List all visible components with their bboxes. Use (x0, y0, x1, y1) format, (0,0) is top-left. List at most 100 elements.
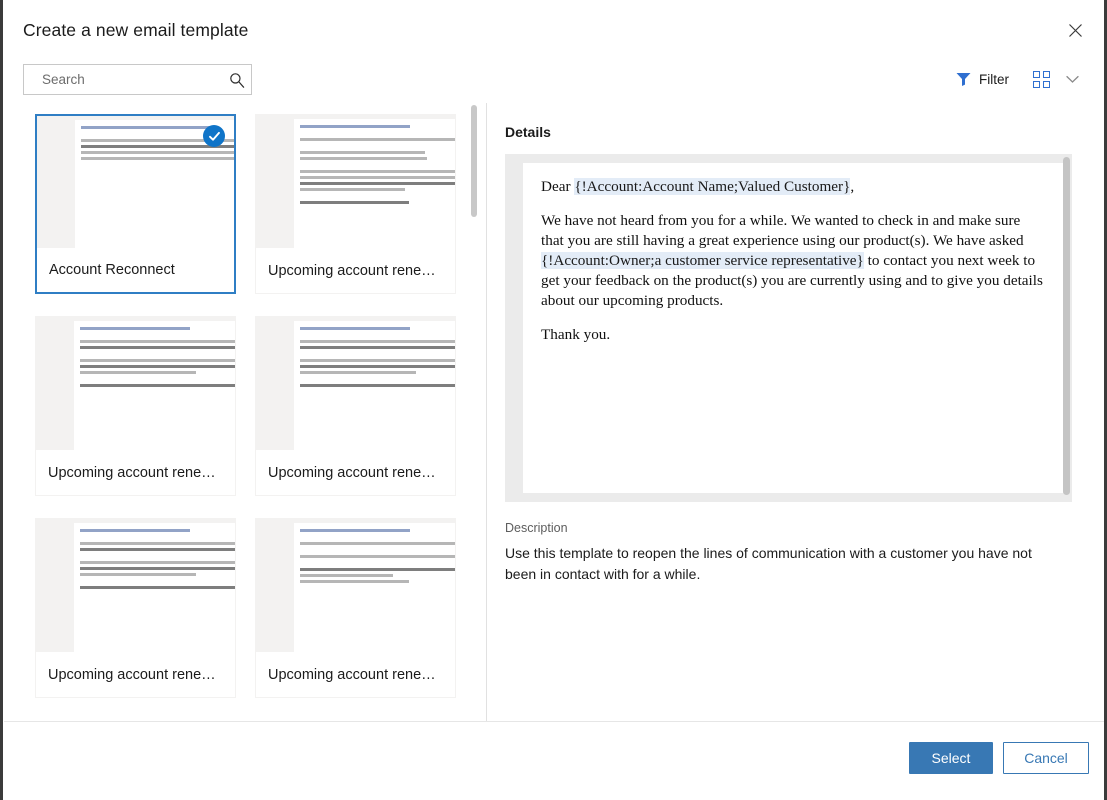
grid-view-icon (1033, 71, 1050, 88)
preview-salutation-suffix: , (850, 178, 854, 195)
thumbnail-text-line (300, 568, 455, 571)
template-card-caption: Account Reconnect (37, 248, 234, 292)
preview-scrollbar[interactable] (1063, 154, 1070, 502)
template-card[interactable]: Upcoming account renewa... (255, 114, 456, 294)
thumbnail-text-line (80, 327, 190, 330)
dialog-title: Create a new email template (23, 20, 248, 41)
filter-button[interactable]: Filter (950, 68, 1015, 91)
template-preview-frame: Dear {!Account:Account Name;Valued Custo… (505, 154, 1072, 502)
thumbnail-text-line (80, 365, 235, 368)
thumbnail-text-line (300, 188, 405, 191)
template-card[interactable]: Upcoming account renewa... (35, 518, 236, 698)
search-box[interactable] (23, 64, 252, 95)
template-thumbnail (36, 519, 235, 654)
thumbnail-line-gap (80, 352, 235, 359)
selected-check-badge (203, 125, 225, 147)
close-button[interactable] (1056, 13, 1094, 47)
thumbnail-text-line (300, 176, 455, 179)
thumbnail-line-gap (80, 579, 235, 586)
thumbnail-text-line (300, 371, 416, 374)
thumbnail-line-gap (300, 144, 455, 151)
thumbnail-line-gap (80, 554, 235, 561)
thumbnail-text-line (300, 346, 455, 349)
template-card-caption: Upcoming account renewa... (36, 652, 235, 697)
gallery-scrollbar-thumb[interactable] (471, 105, 477, 217)
gallery-scrollbar[interactable] (470, 103, 478, 721)
details-heading: Details (505, 124, 551, 140)
filter-funnel-icon (956, 72, 971, 86)
thumbnail-text-line (300, 542, 455, 545)
search-icon[interactable] (223, 65, 251, 94)
preview-scrollbar-thumb[interactable] (1063, 157, 1070, 495)
template-thumbnail (256, 115, 455, 250)
thumbnail-line-gap (300, 548, 455, 555)
select-button[interactable]: Select (909, 742, 993, 774)
thumbnail-text-line (80, 548, 235, 551)
merge-token-account-name: {!Account:Account Name;Valued Customer} (574, 178, 850, 195)
thumbnail-text-line (80, 586, 235, 589)
page-left-edge (0, 0, 3, 800)
thumbnail-line-gap (300, 163, 455, 170)
thumbnail-line-gap (300, 131, 455, 138)
command-bar: Filter (950, 65, 1083, 93)
thumbnail-text-line (81, 157, 234, 160)
template-card[interactable]: Upcoming account renewa... (255, 316, 456, 496)
preview-closing: Thank you. (541, 325, 1045, 345)
thumbnail-line-gap (80, 377, 235, 384)
thumbnail-text-line (80, 359, 235, 362)
chevron-down-icon (1066, 75, 1079, 84)
thumbnail-text-line (300, 555, 455, 558)
filter-label: Filter (979, 72, 1009, 87)
view-options-chevron[interactable] (1062, 71, 1083, 88)
thumbnail-text-line (300, 384, 455, 387)
thumbnail-text-line (300, 151, 425, 154)
thumbnail-text-line (300, 170, 455, 173)
thumbnail-text-line (81, 126, 213, 129)
template-card-caption: Upcoming account renewa... (256, 652, 455, 697)
template-card-caption: Upcoming account renewa... (256, 450, 455, 495)
template-card[interactable]: Upcoming account renewa... (35, 316, 236, 496)
template-name: Account Reconnect (49, 262, 175, 278)
template-name: Upcoming account renewa... (268, 465, 443, 481)
thumbnail-page (294, 523, 455, 654)
thumbnail-page (294, 119, 455, 250)
thumbnail-line-gap (80, 535, 235, 542)
template-card-caption: Upcoming account renewa... (256, 248, 455, 293)
thumbnail-line-gap (300, 535, 455, 542)
thumbnail-text-line (80, 371, 196, 374)
template-gallery[interactable]: Account Reconnect Upcoming account renewa… (4, 103, 485, 721)
thumbnail-text-line (300, 125, 410, 128)
thumbnail-line-gap (300, 377, 455, 384)
thumbnail-text-line (300, 574, 393, 577)
thumbnail-text-line (80, 340, 235, 343)
template-thumbnail (256, 317, 455, 452)
thumbnail-text-line (300, 529, 410, 532)
template-preview-document: Dear {!Account:Account Name;Valued Custo… (523, 163, 1063, 493)
thumbnail-text-line (300, 157, 427, 160)
details-pane: Details Dear {!Account:Account Name;Valu… (487, 103, 1103, 721)
thumbnail-text-line (80, 561, 235, 564)
template-card[interactable]: Account Reconnect (35, 114, 236, 294)
close-icon (1068, 23, 1083, 38)
thumbnail-line-gap (300, 561, 455, 568)
thumbnail-text-line (81, 151, 234, 154)
thumbnail-page (74, 523, 235, 654)
cancel-button[interactable]: Cancel (1003, 742, 1089, 774)
template-name: Upcoming account renewa... (48, 465, 223, 481)
preview-salutation: Dear {!Account:Account Name;Valued Custo… (541, 177, 1045, 197)
template-card-caption: Upcoming account renewa... (36, 450, 235, 495)
thumbnail-text-line (300, 365, 455, 368)
template-card[interactable]: Upcoming account renewa... (255, 518, 456, 698)
search-input[interactable] (24, 65, 223, 94)
description-label: Description (505, 521, 568, 535)
thumbnail-text-line (300, 359, 455, 362)
template-name: Upcoming account renewa... (48, 667, 223, 683)
grid-view-button[interactable] (1027, 67, 1056, 92)
thumbnail-text-line (300, 138, 455, 141)
dialog-footer: Select Cancel (4, 722, 1104, 796)
thumbnail-text-line (80, 529, 190, 532)
template-name: Upcoming account renewa... (268, 263, 443, 279)
thumbnail-text-line (80, 384, 235, 387)
template-thumbnail (36, 317, 235, 452)
thumbnail-line-gap (80, 333, 235, 340)
